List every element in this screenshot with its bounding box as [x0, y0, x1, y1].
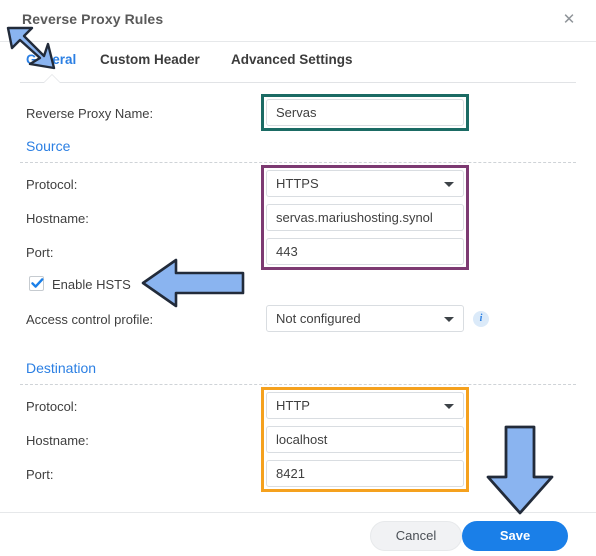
source-hostname-label: Hostname: — [26, 211, 89, 226]
source-port-input[interactable]: 443 — [266, 238, 464, 265]
tab-general[interactable]: General — [26, 52, 76, 67]
active-tab-caret — [44, 75, 60, 83]
close-icon[interactable]: ✕ — [558, 9, 580, 31]
reverse-proxy-name-label: Reverse Proxy Name: — [26, 106, 154, 121]
destination-section-divider — [20, 384, 576, 385]
destination-hostname-input[interactable]: localhost — [266, 426, 464, 453]
footer-divider — [0, 512, 596, 513]
enable-hsts-checkbox[interactable] — [29, 276, 44, 291]
tab-custom-header[interactable]: Custom Header — [100, 52, 200, 67]
source-section-divider — [20, 162, 576, 163]
access-control-profile-label: Access control profile: — [26, 312, 154, 327]
section-title-destination: Destination — [26, 360, 97, 376]
cancel-button[interactable]: Cancel — [370, 521, 462, 551]
chevron-down-icon[interactable] — [444, 317, 454, 322]
chevron-down-icon[interactable] — [444, 182, 454, 187]
arrow-down-icon — [486, 425, 554, 515]
arrow-left-icon — [141, 258, 245, 308]
destination-port-label: Port: — [26, 467, 54, 482]
access-control-profile-select[interactable]: Not configured — [266, 305, 464, 332]
source-hostname-input[interactable]: servas.mariushosting.synol — [266, 204, 464, 231]
info-icon[interactable]: i — [473, 311, 489, 327]
source-protocol-label: Protocol: — [26, 177, 78, 192]
dialog-title: Reverse Proxy Rules — [22, 11, 164, 27]
enable-hsts-label[interactable]: Enable HSTS — [52, 277, 131, 292]
dialog-titlebar: Reverse Proxy Rules ✕ — [0, 0, 596, 41]
destination-port-input[interactable]: 8421 — [266, 460, 464, 487]
destination-protocol-label: Protocol: — [26, 399, 78, 414]
section-title-source: Source — [26, 138, 71, 154]
reverse-proxy-name-input[interactable]: Servas — [266, 99, 464, 126]
titlebar-divider — [0, 41, 596, 42]
source-protocol-select[interactable]: HTTPS — [266, 170, 464, 197]
destination-protocol-select[interactable]: HTTP — [266, 392, 464, 419]
tab-bar: General Custom Header Advanced Settings — [0, 52, 596, 84]
save-button[interactable]: Save — [462, 521, 568, 551]
source-port-label: Port: — [26, 245, 54, 260]
tab-divider — [20, 82, 576, 83]
chevron-down-icon[interactable] — [444, 404, 454, 409]
tab-advanced-settings[interactable]: Advanced Settings — [231, 52, 353, 67]
destination-hostname-label: Hostname: — [26, 433, 89, 448]
check-icon — [31, 278, 44, 288]
